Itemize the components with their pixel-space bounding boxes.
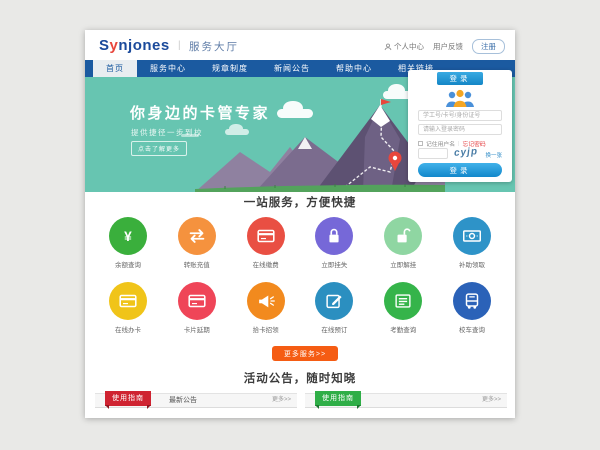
nav-item-3[interactable]: 新闻公告 <box>261 60 323 77</box>
usage-guide-tab[interactable]: 使用指南 <box>105 391 151 406</box>
options-separator: | <box>458 141 460 147</box>
more-services-button[interactable]: 更多服务>> <box>272 346 338 361</box>
edit-icon <box>315 282 353 320</box>
service-item[interactable]: 校车查询 <box>441 282 503 334</box>
service-label: 卡片延期 <box>166 324 228 334</box>
password-input[interactable] <box>418 124 502 135</box>
nav-item-4[interactable]: 帮助中心 <box>323 60 385 77</box>
card-icon <box>178 282 216 320</box>
register-button[interactable]: 注册 <box>472 39 505 54</box>
service-label: 在线预订 <box>303 324 365 334</box>
announcements-section-title: 活动公告，随时知晓 <box>85 370 515 386</box>
announcements-right-panel: 使用指南 更多>> <box>305 393 507 418</box>
service-item[interactable]: 卡片延期 <box>166 282 228 334</box>
service-label: 校车查询 <box>441 324 503 334</box>
nav-item-0[interactable]: 首页 <box>93 60 137 77</box>
users-group-icon <box>444 89 476 108</box>
service-item[interactable]: 补助领取 <box>441 217 503 269</box>
login-panel: 登录 记住用户名 | 忘记密码 cyjp 换一张 登录 <box>408 70 512 182</box>
card-icon <box>109 282 147 320</box>
services-row-2: 在线办卡卡片延期拾卡招领在线预订考勤查询校车查询 <box>97 282 503 334</box>
service-item[interactable]: 在线办卡 <box>97 282 159 334</box>
captcha-refresh-link[interactable]: 换一张 <box>485 151 502 159</box>
remember-checkbox[interactable] <box>418 141 423 146</box>
service-label: 在线缴费 <box>235 259 297 269</box>
site-header: Synjones | 服务大厅 个人中心 用户反馈 注册 <box>85 30 515 60</box>
lock-icon <box>315 217 353 255</box>
service-item[interactable]: 在线预订 <box>303 282 365 334</box>
captcha-input[interactable] <box>418 148 448 159</box>
logo[interactable]: Synjones <box>99 37 170 54</box>
service-item[interactable]: 在线缴费 <box>235 217 297 269</box>
username-input[interactable] <box>418 110 502 121</box>
login-submit-button[interactable]: 登录 <box>418 163 502 177</box>
service-item[interactable]: 拾卡招领 <box>235 282 297 334</box>
card-icon <box>247 217 285 255</box>
yen-icon: ¥ <box>109 217 147 255</box>
service-item[interactable]: 考勤查询 <box>372 282 434 334</box>
service-item[interactable]: ¥ 余额查询 <box>97 217 159 269</box>
transfer-icon <box>178 217 216 255</box>
user-feedback-link[interactable]: 用户反馈 <box>433 41 463 52</box>
nav-item-2[interactable]: 规章制度 <box>199 60 261 77</box>
personal-center-link[interactable]: 个人中心 <box>384 41 424 52</box>
latest-announcements-tab[interactable]: 最新公告 <box>169 393 197 408</box>
services-row-1: ¥ 余额查询转账充值在线缴费立即挂失立即解挂补助领取 <box>97 217 503 269</box>
person-icon <box>384 43 392 51</box>
more-link[interactable]: 更多>> <box>272 393 291 408</box>
nav-item-1[interactable]: 服务中心 <box>137 60 199 77</box>
announcements-left-panel: 使用指南 最新公告 更多>> <box>95 393 297 418</box>
services-section-title: 一站服务，方便快捷 <box>85 194 515 210</box>
megaphone-icon <box>247 282 285 320</box>
more-link[interactable]: 更多>> <box>482 393 501 408</box>
service-label: 转账充值 <box>166 259 228 269</box>
service-label: 立即解挂 <box>372 259 434 269</box>
unlock-icon <box>384 217 422 255</box>
list-icon <box>384 282 422 320</box>
usage-guide-tab[interactable]: 使用指南 <box>315 391 361 406</box>
service-label: 在线办卡 <box>97 324 159 334</box>
hero-cta-button[interactable]: 点击了解更多 <box>131 141 187 156</box>
banknote-icon <box>453 217 491 255</box>
site-name: 服务大厅 <box>189 39 239 54</box>
svg-text:¥: ¥ <box>124 229 132 244</box>
service-label: 拾卡招领 <box>235 324 297 334</box>
website-window: Synjones | 服务大厅 个人中心 用户反馈 注册 首页服务中心规章制度新… <box>85 30 515 418</box>
remember-label: 记住用户名 <box>426 139 455 148</box>
logo-divider: | <box>178 40 181 51</box>
service-label: 考勤查询 <box>372 324 434 334</box>
bus-icon <box>453 282 491 320</box>
service-label: 余额查询 <box>97 259 159 269</box>
login-tab[interactable]: 登录 <box>437 72 483 85</box>
service-item[interactable]: 转账充值 <box>166 217 228 269</box>
service-item[interactable]: 立即挂失 <box>303 217 365 269</box>
service-label: 立即挂失 <box>303 259 365 269</box>
captcha-image[interactable]: cyjp <box>454 146 479 159</box>
service-item[interactable]: 立即解挂 <box>372 217 434 269</box>
service-label: 补助领取 <box>441 259 503 269</box>
